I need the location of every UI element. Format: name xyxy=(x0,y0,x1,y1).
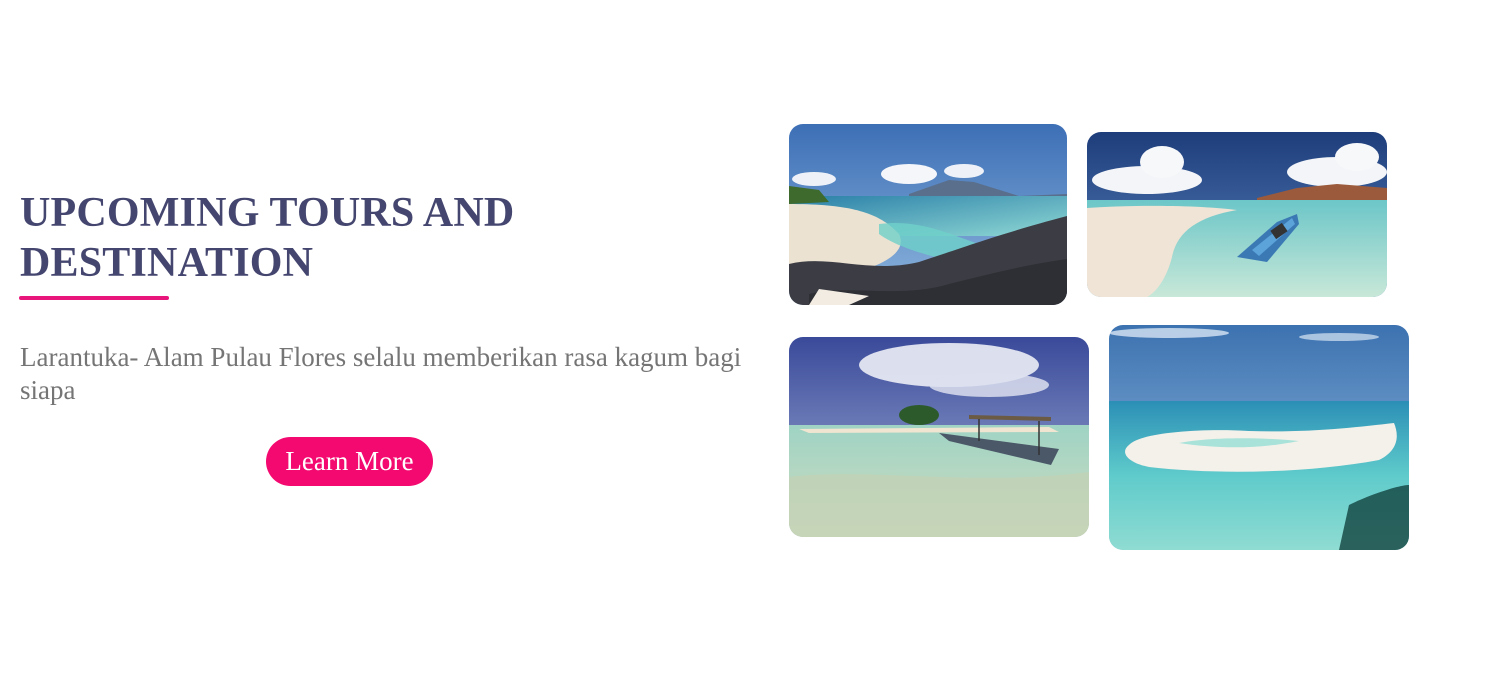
white-sandbar-lagoon-photo[interactable] xyxy=(1109,325,1409,550)
beach-rocky-shore-photo[interactable] xyxy=(789,124,1067,305)
section-description: Larantuka- Alam Pulau Flores selalu memb… xyxy=(20,342,742,405)
learn-more-button[interactable]: Learn More xyxy=(266,437,433,486)
tours-section: UPCOMING TOURS AND DESTINATION Larantuka… xyxy=(0,0,1487,688)
title-underline xyxy=(19,296,169,300)
section-title: UPCOMING TOURS AND DESTINATION xyxy=(20,190,515,286)
island-longboat-photo[interactable] xyxy=(789,337,1089,537)
sandbar-boat-photo[interactable] xyxy=(1087,132,1387,297)
